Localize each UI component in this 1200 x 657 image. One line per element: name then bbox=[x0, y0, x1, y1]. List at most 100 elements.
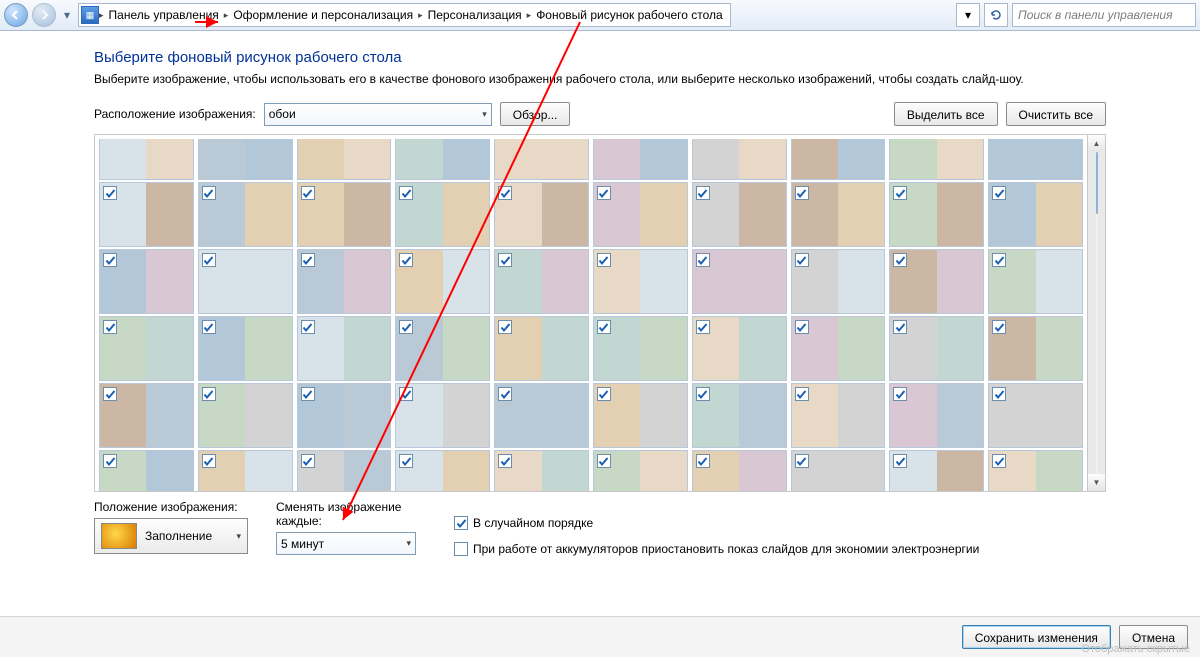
wallpaper-thumb[interactable] bbox=[889, 182, 984, 247]
thumb-checkbox[interactable] bbox=[992, 253, 1006, 267]
thumb-checkbox[interactable] bbox=[498, 454, 512, 468]
wallpaper-thumb[interactable] bbox=[889, 249, 984, 314]
thumb-checkbox[interactable] bbox=[498, 253, 512, 267]
thumb-checkbox[interactable] bbox=[696, 387, 710, 401]
wallpaper-thumb[interactable] bbox=[494, 182, 589, 247]
search-input[interactable]: Поиск в панели управления bbox=[1012, 3, 1196, 27]
wallpaper-thumb[interactable] bbox=[395, 182, 490, 247]
save-button[interactable]: Сохранить изменения bbox=[962, 625, 1111, 649]
wallpaper-thumb[interactable] bbox=[297, 383, 392, 448]
thumb-checkbox[interactable] bbox=[301, 454, 315, 468]
wallpaper-thumb[interactable] bbox=[692, 316, 787, 381]
wallpaper-thumb[interactable] bbox=[297, 182, 392, 247]
wallpaper-thumb[interactable] bbox=[494, 450, 589, 491]
wallpaper-thumb[interactable] bbox=[198, 383, 293, 448]
thumb-checkbox[interactable] bbox=[399, 387, 413, 401]
thumb-checkbox[interactable] bbox=[498, 320, 512, 334]
scroll-up-button[interactable]: ▲ bbox=[1088, 135, 1105, 152]
wallpaper-thumb[interactable] bbox=[791, 316, 886, 381]
position-combo[interactable]: Заполнение ▾ bbox=[94, 518, 248, 554]
wallpaper-thumb[interactable] bbox=[198, 450, 293, 491]
wallpaper-thumb[interactable] bbox=[99, 316, 194, 381]
thumb-checkbox[interactable] bbox=[498, 387, 512, 401]
wallpaper-thumb[interactable] bbox=[494, 383, 589, 448]
thumb-checkbox[interactable] bbox=[103, 454, 117, 468]
thumb-checkbox[interactable] bbox=[795, 186, 809, 200]
wallpaper-thumb[interactable] bbox=[99, 383, 194, 448]
wallpaper-thumb[interactable] bbox=[297, 249, 392, 314]
clear-all-button[interactable]: Очистить все bbox=[1006, 102, 1106, 126]
thumb-checkbox[interactable] bbox=[696, 253, 710, 267]
wallpaper-thumb[interactable] bbox=[593, 383, 688, 448]
wallpaper-thumb[interactable] bbox=[593, 249, 688, 314]
scroll-thumb[interactable] bbox=[1096, 152, 1098, 214]
thumb-checkbox[interactable] bbox=[301, 387, 315, 401]
thumb-checkbox[interactable] bbox=[103, 387, 117, 401]
wallpaper-thumb[interactable] bbox=[988, 139, 1083, 180]
thumb-checkbox[interactable] bbox=[597, 454, 611, 468]
wallpaper-thumb[interactable] bbox=[791, 383, 886, 448]
wallpaper-thumb[interactable] bbox=[988, 383, 1083, 448]
wallpaper-thumb[interactable] bbox=[988, 316, 1083, 381]
browse-button[interactable]: Обзор... bbox=[500, 102, 571, 126]
crumb-control-panel[interactable]: Панель управления bbox=[104, 4, 224, 26]
crumb-desktop-background[interactable]: Фоновый рисунок рабочего стола bbox=[531, 4, 728, 26]
thumb-checkbox[interactable] bbox=[992, 186, 1006, 200]
thumb-checkbox[interactable] bbox=[103, 320, 117, 334]
thumb-checkbox[interactable] bbox=[597, 320, 611, 334]
wallpaper-thumb[interactable] bbox=[889, 450, 984, 491]
wallpaper-thumb[interactable] bbox=[494, 249, 589, 314]
thumb-checkbox[interactable] bbox=[795, 387, 809, 401]
thumb-checkbox[interactable] bbox=[696, 186, 710, 200]
wallpaper-thumb[interactable] bbox=[395, 139, 490, 180]
wallpaper-thumb[interactable] bbox=[395, 450, 490, 491]
wallpaper-thumb[interactable] bbox=[395, 316, 490, 381]
select-all-button[interactable]: Выделить все bbox=[894, 102, 998, 126]
thumb-checkbox[interactable] bbox=[992, 454, 1006, 468]
wallpaper-thumb[interactable] bbox=[99, 182, 194, 247]
thumb-checkbox[interactable] bbox=[399, 320, 413, 334]
scrollbar[interactable]: ▲ ▼ bbox=[1087, 135, 1105, 491]
location-combo[interactable]: обои▾ bbox=[264, 103, 492, 126]
cancel-button[interactable]: Отмена bbox=[1119, 625, 1188, 649]
thumb-checkbox[interactable] bbox=[202, 253, 216, 267]
thumb-checkbox[interactable] bbox=[597, 387, 611, 401]
wallpaper-thumb[interactable] bbox=[297, 450, 392, 491]
wallpaper-thumb[interactable] bbox=[99, 450, 194, 491]
wallpaper-thumb[interactable] bbox=[395, 383, 490, 448]
wallpaper-thumb[interactable] bbox=[889, 316, 984, 381]
thumb-checkbox[interactable] bbox=[399, 454, 413, 468]
wallpaper-thumb[interactable] bbox=[791, 450, 886, 491]
thumb-checkbox[interactable] bbox=[202, 320, 216, 334]
thumb-checkbox[interactable] bbox=[597, 186, 611, 200]
crumb-appearance[interactable]: Оформление и персонализация bbox=[228, 4, 418, 26]
scroll-track[interactable] bbox=[1096, 152, 1098, 474]
refresh-button[interactable] bbox=[984, 3, 1008, 27]
thumb-checkbox[interactable] bbox=[893, 320, 907, 334]
thumb-checkbox[interactable] bbox=[893, 186, 907, 200]
thumb-checkbox[interactable] bbox=[795, 253, 809, 267]
thumb-checkbox[interactable] bbox=[399, 186, 413, 200]
wallpaper-thumb[interactable] bbox=[692, 450, 787, 491]
crumb-personalization[interactable]: Персонализация bbox=[423, 4, 527, 26]
thumb-checkbox[interactable] bbox=[597, 253, 611, 267]
thumb-checkbox[interactable] bbox=[301, 186, 315, 200]
wallpaper-thumb[interactable] bbox=[395, 249, 490, 314]
thumb-checkbox[interactable] bbox=[795, 454, 809, 468]
wallpaper-thumb[interactable] bbox=[198, 316, 293, 381]
wallpaper-thumb[interactable] bbox=[198, 182, 293, 247]
history-dropdown-icon[interactable]: ▾ bbox=[60, 4, 74, 26]
wallpaper-thumb[interactable] bbox=[889, 383, 984, 448]
wallpaper-thumb[interactable] bbox=[593, 450, 688, 491]
thumb-checkbox[interactable] bbox=[696, 454, 710, 468]
thumb-checkbox[interactable] bbox=[795, 320, 809, 334]
thumb-checkbox[interactable] bbox=[893, 387, 907, 401]
thumb-checkbox[interactable] bbox=[301, 253, 315, 267]
wallpaper-thumb[interactable] bbox=[297, 139, 392, 180]
forward-button[interactable] bbox=[32, 3, 56, 27]
wallpaper-thumb[interactable] bbox=[988, 249, 1083, 314]
wallpaper-thumb[interactable] bbox=[198, 139, 293, 180]
wallpaper-thumb[interactable] bbox=[988, 182, 1083, 247]
thumb-checkbox[interactable] bbox=[103, 253, 117, 267]
back-button[interactable] bbox=[4, 3, 28, 27]
